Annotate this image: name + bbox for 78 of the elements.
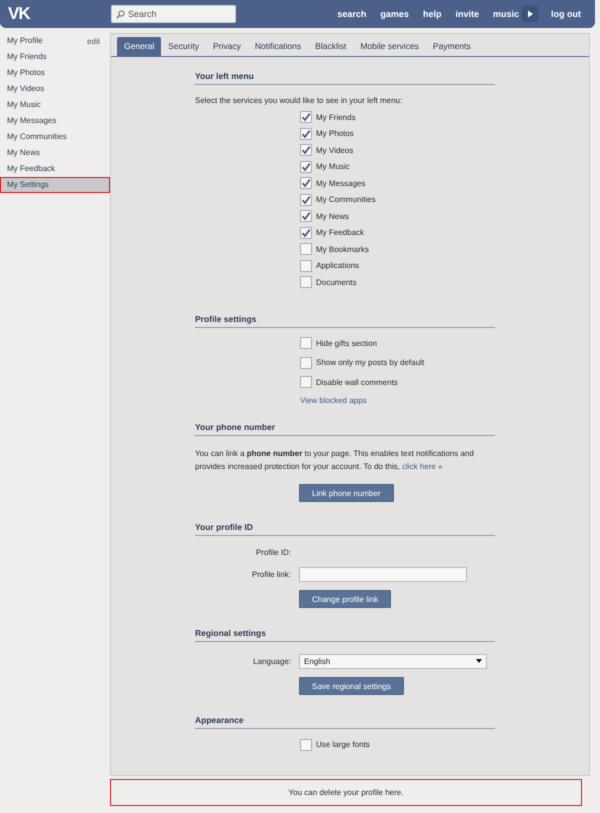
checkbox[interactable] <box>300 243 312 256</box>
dropdown[interactable]: English <box>299 654 487 668</box>
tab[interactable]: Blacklist <box>308 37 354 56</box>
section-heading: Your left menu <box>195 71 254 81</box>
checkbox-label[interactable]: Applications <box>316 261 360 270</box>
instruction-text: Select the services you would like to see in your left menu: <box>195 96 402 106</box>
info-paragraph: You can link a phone number to your page. This enables text notifications and provides increased protection for your account. To do this, click here » <box>195 448 475 473</box>
text-field[interactable] <box>299 566 467 582</box>
checkbox-label[interactable]: Documents <box>316 278 356 287</box>
checkbox[interactable] <box>300 226 312 239</box>
checkbox-label[interactable]: My Photos <box>316 129 354 138</box>
checkbox-label[interactable]: My Feedback <box>316 228 364 238</box>
checkbox-label[interactable]: My Communities <box>316 195 376 204</box>
checkbox[interactable] <box>300 260 312 272</box>
section-heading: Regional settings <box>195 628 266 638</box>
checkbox[interactable] <box>300 337 312 350</box>
checkbox-label[interactable]: My News <box>316 212 349 221</box>
section-heading: Appearance <box>195 715 244 725</box>
checkbox-label[interactable]: Show only my posts by default <box>316 358 424 368</box>
sidebar-item[interactable]: My Profile <box>0 33 88 49</box>
checkbox[interactable] <box>300 128 312 140</box>
checkbox[interactable] <box>300 111 312 124</box>
checkbox[interactable] <box>300 356 312 369</box>
action-button[interactable]: Link phone number <box>299 484 394 502</box>
logout-link[interactable]: log out <box>551 9 581 19</box>
checkbox[interactable] <box>300 177 312 190</box>
checkbox-label[interactable]: My Videos <box>316 146 354 155</box>
tab[interactable]: Payments <box>426 37 478 56</box>
checkbox[interactable] <box>300 738 312 751</box>
action-button[interactable]: Save regional settings <box>299 677 404 695</box>
field-label: Language: <box>252 656 291 666</box>
play-icon[interactable] <box>522 6 538 22</box>
checkbox-label[interactable]: My Bookmarks <box>316 244 369 254</box>
sidebar-item[interactable]: My Music <box>0 97 110 113</box>
sidebar-item[interactable]: My Messages <box>0 113 110 129</box>
checkbox-label[interactable]: My Friends <box>316 112 356 122</box>
field-label: Profile link: <box>250 570 291 578</box>
section-heading: Profile settings <box>195 314 256 324</box>
click-here-link[interactable]: click here » <box>402 462 443 471</box>
checkbox-label[interactable]: Disable wall comments <box>316 378 398 387</box>
edit-link[interactable]: edit <box>87 36 100 46</box>
tab[interactable]: Security <box>161 37 206 56</box>
sidebar-item[interactable]: My Videos <box>0 81 110 97</box>
sidebar-item[interactable]: My Photos <box>0 65 110 81</box>
checkbox-label[interactable]: Use large fonts <box>316 740 370 750</box>
nav-link[interactable]: search <box>337 9 366 19</box>
view-blocked-apps-link[interactable]: View blocked apps <box>300 396 367 406</box>
delete-profile-link[interactable]: You can delete your profile here. <box>288 788 404 796</box>
nav-link[interactable]: help <box>422 9 442 19</box>
tab[interactable]: Notifications <box>248 37 308 56</box>
caret-icon <box>476 659 482 663</box>
sidebar-item[interactable]: My News <box>0 145 110 161</box>
checkbox[interactable] <box>300 160 312 173</box>
field-label: Profile ID: <box>254 548 291 556</box>
section-heading: Your phone number <box>195 422 276 432</box>
sidebar-item[interactable]: My Communities <box>0 129 110 145</box>
tab[interactable]: General <box>117 37 162 56</box>
tab[interactable]: Mobile services <box>353 37 426 56</box>
checkbox[interactable] <box>300 376 312 388</box>
checkbox[interactable] <box>300 276 312 288</box>
section-heading: Your profile ID <box>195 522 253 532</box>
checkbox[interactable] <box>300 194 312 206</box>
checkbox[interactable] <box>300 210 312 222</box>
checkbox-label[interactable]: My Music <box>316 162 350 172</box>
nav-link[interactable]: music <box>492 9 519 19</box>
sidebar-item[interactable]: My Friends <box>0 49 110 65</box>
search-field[interactable]: Search <box>111 5 236 23</box>
nav-link[interactable]: games <box>380 9 409 19</box>
sidebar-item[interactable]: My Settings <box>0 177 110 193</box>
checkbox-label[interactable]: Hide gifts section <box>316 338 377 348</box>
search-icon <box>116 10 125 18</box>
action-button[interactable]: Change profile link <box>299 590 392 608</box>
logo[interactable]: VK <box>8 4 38 24</box>
tab[interactable]: Privacy <box>206 37 248 56</box>
nav-link[interactable]: invite <box>455 9 479 19</box>
sidebar-item[interactable]: My Feedback <box>0 161 110 177</box>
checkbox[interactable] <box>300 144 312 156</box>
checkbox-label[interactable]: My Messages <box>316 178 366 188</box>
